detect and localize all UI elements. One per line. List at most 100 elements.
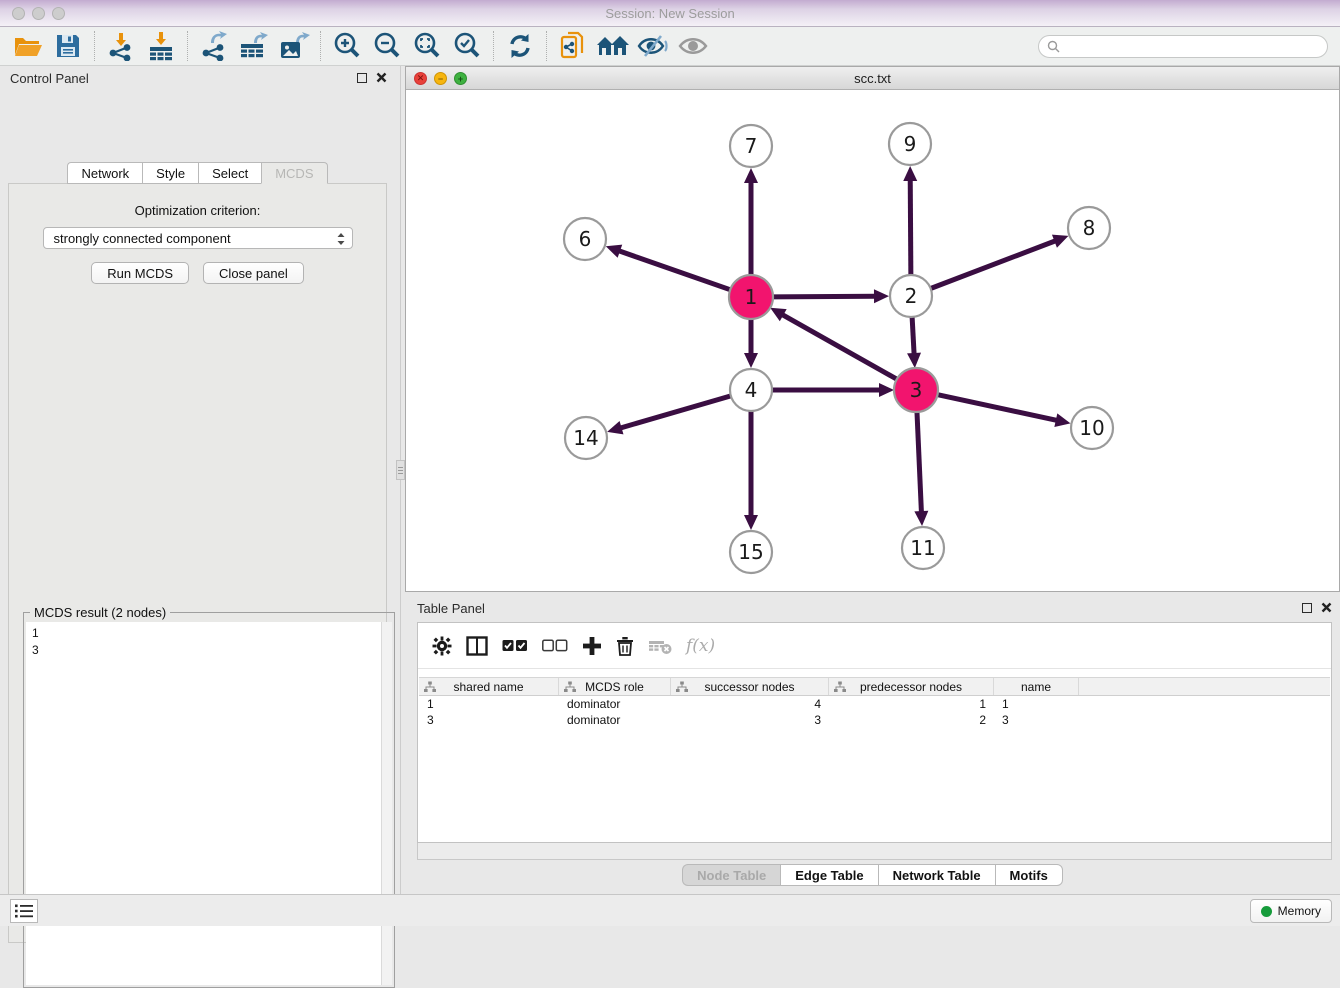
export-network-button[interactable] <box>194 29 234 63</box>
graph-edge-2-8[interactable] <box>931 235 1069 289</box>
duplicate-network-button[interactable] <box>553 29 593 63</box>
close-panel-icon[interactable] <box>1321 602 1332 613</box>
graph-node-8[interactable]: 8 <box>1068 207 1110 249</box>
tab-select[interactable]: Select <box>198 162 261 184</box>
import-table-button[interactable] <box>141 29 181 63</box>
delete-table-icon <box>648 637 672 655</box>
export-image-button[interactable] <box>274 29 314 63</box>
table-row[interactable]: 1dominator411 <box>419 696 1330 712</box>
show-eye-button[interactable] <box>673 29 713 63</box>
tab-style[interactable]: Style <box>142 162 198 184</box>
mcds-result-title: MCDS result (2 nodes) <box>30 605 170 620</box>
tab-network[interactable]: Network <box>67 162 142 184</box>
graph-edge-4-15[interactable] <box>744 411 758 530</box>
zoom-selected-button[interactable] <box>447 29 487 63</box>
result-scrollbar[interactable] <box>381 622 392 985</box>
tab-motifs[interactable]: Motifs <box>995 864 1063 886</box>
toolbar-separator <box>320 31 321 61</box>
graph-node-10[interactable]: 10 <box>1071 407 1113 449</box>
tab-node-table[interactable]: Node Table <box>682 864 780 886</box>
cell-shared-name[interactable]: 3 <box>419 712 559 728</box>
save-session-button[interactable] <box>48 29 88 63</box>
graph-node-1[interactable]: 1 <box>729 275 773 319</box>
table-settings-button[interactable] <box>432 636 452 656</box>
function-builder-button[interactable]: f(x) <box>686 636 715 656</box>
search-field[interactable] <box>1038 35 1328 58</box>
svg-text:2: 2 <box>905 284 918 308</box>
tab-mcds[interactable]: MCDS <box>261 162 327 184</box>
graph-node-4[interactable]: 4 <box>730 369 772 411</box>
zoom-in-button[interactable] <box>327 29 367 63</box>
graph-edge-4-3[interactable] <box>772 383 894 397</box>
home-button[interactable] <box>593 29 633 63</box>
task-history-button[interactable] <box>10 899 38 923</box>
graph-node-15[interactable]: 15 <box>730 531 772 573</box>
column-header-shared-name[interactable]: shared name <box>419 678 559 695</box>
hide-panel-button[interactable] <box>633 29 673 63</box>
graph-node-7[interactable]: 7 <box>730 125 772 167</box>
open-session-button[interactable] <box>8 29 48 63</box>
graph-edge-4-14[interactable] <box>607 396 731 435</box>
run-mcds-button[interactable]: Run MCDS <box>91 262 189 284</box>
cell-mcds-role[interactable]: dominator <box>559 712 671 728</box>
table-row[interactable]: 3dominator323 <box>419 712 1330 728</box>
cell-shared-name[interactable]: 1 <box>419 696 559 712</box>
graph-node-2[interactable]: 2 <box>890 275 932 317</box>
zoom-out-button[interactable] <box>367 29 407 63</box>
cell-name[interactable]: 3 <box>994 712 1079 728</box>
graph-edge-1-2[interactable] <box>772 289 889 303</box>
graph-node-3[interactable]: 3 <box>894 368 938 412</box>
svg-text:7: 7 <box>745 134 758 158</box>
add-column-button[interactable] <box>582 636 602 656</box>
cell-name[interactable]: 1 <box>994 696 1079 712</box>
cell-successor-nodes[interactable]: 4 <box>671 696 829 712</box>
tab-edge-table[interactable]: Edge Table <box>780 864 877 886</box>
mcds-result-text[interactable]: 1 3 <box>26 622 392 985</box>
column-header-predecessor-nodes[interactable]: predecessor nodes <box>829 678 994 695</box>
graph-node-9[interactable]: 9 <box>889 123 931 165</box>
import-network-button[interactable] <box>101 29 141 63</box>
tab-network-table[interactable]: Network Table <box>878 864 995 886</box>
vertical-splitter[interactable] <box>400 66 401 894</box>
select-all-button[interactable] <box>502 639 528 653</box>
close-panel-icon[interactable] <box>376 72 387 83</box>
network-canvas[interactable]: 7 9 6 8 1 2 4 3 14 10 15 11 <box>406 90 1339 591</box>
search-icon <box>1047 40 1060 53</box>
criterion-dropdown[interactable]: strongly connected component <box>43 227 353 249</box>
graph-edge-1-4[interactable] <box>744 318 758 368</box>
graph-node-11[interactable]: 11 <box>902 527 944 569</box>
graph-edge-2-3[interactable] <box>907 317 921 368</box>
network-window: ✕ − + scc.txt 7 9 6 8 1 2 4 3 14 10 15 11 <box>405 66 1340 592</box>
graph-edge-1-7[interactable] <box>744 168 758 276</box>
column-header-mcds-role[interactable]: MCDS role <box>559 678 671 695</box>
memory-button[interactable]: Memory <box>1250 899 1332 923</box>
column-header-name[interactable]: name <box>994 678 1079 695</box>
delete-table-button[interactable] <box>648 637 672 655</box>
zoom-fit-button[interactable] <box>407 29 447 63</box>
graph-node-14[interactable]: 14 <box>565 417 607 459</box>
table-header-row: shared nameMCDS rolesuccessor nodesprede… <box>419 677 1330 696</box>
delete-column-button[interactable] <box>616 636 634 656</box>
float-panel-icon[interactable] <box>357 73 367 83</box>
graph-edge-3-11[interactable] <box>914 411 928 526</box>
column-header-successor-nodes[interactable]: successor nodes <box>671 678 829 695</box>
cell-predecessor-nodes[interactable]: 1 <box>829 696 994 712</box>
cell-predecessor-nodes[interactable]: 2 <box>829 712 994 728</box>
toggle-panes-button[interactable] <box>466 636 488 656</box>
cell-successor-nodes[interactable]: 3 <box>671 712 829 728</box>
float-panel-icon[interactable] <box>1302 603 1312 613</box>
cell-mcds-role[interactable]: dominator <box>559 696 671 712</box>
graph-node-6[interactable]: 6 <box>564 218 606 260</box>
close-panel-button[interactable]: Close panel <box>203 262 304 284</box>
table-hscrollbar[interactable] <box>417 843 1332 860</box>
search-input[interactable] <box>1060 36 1327 57</box>
graph-edge-2-9[interactable] <box>903 166 917 275</box>
deselect-all-button[interactable] <box>542 639 568 653</box>
network-window-titlebar[interactable]: ✕ − + scc.txt <box>406 67 1339 90</box>
refresh-button[interactable] <box>500 29 540 63</box>
graph-edge-1-6[interactable] <box>606 245 731 290</box>
export-table-button[interactable] <box>234 29 274 63</box>
vertical-splitter-grip[interactable] <box>396 460 405 480</box>
graph-edge-3-1[interactable] <box>770 308 898 380</box>
graph-edge-3-10[interactable] <box>937 394 1071 427</box>
